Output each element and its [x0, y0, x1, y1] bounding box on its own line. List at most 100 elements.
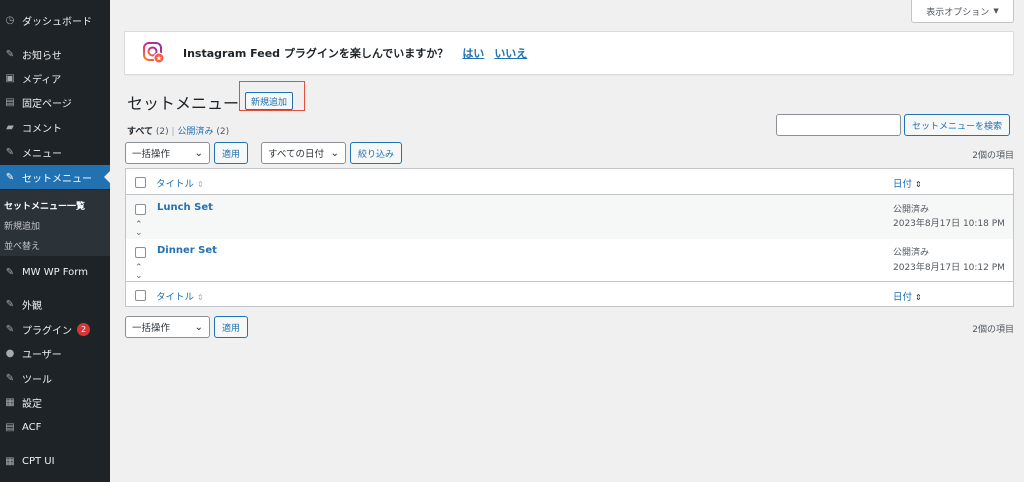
post-status: 公開済み	[893, 248, 930, 258]
sidebar-item-plugins[interactable]: ✎ プラグイン 2	[0, 317, 110, 341]
sidebar-item-label: メディア	[22, 74, 62, 86]
notice-yes-link[interactable]: はい	[462, 45, 484, 61]
filter-separator: |	[171, 127, 175, 137]
appearance-icon: ✎	[5, 298, 15, 310]
column-title-footer[interactable]: タイトル ⇕	[156, 289, 204, 303]
filter-all-count: (2)	[155, 127, 169, 137]
chevron-down-icon: ⌄	[194, 322, 203, 333]
apply-button-bottom[interactable]: 適用	[214, 316, 249, 338]
sidebar-item-label: 固定ページ	[22, 98, 72, 110]
sidebar-item-label: ACF	[22, 421, 42, 433]
comment-icon: ▰	[6, 121, 14, 133]
sidebar-item-mw-wp-form[interactable]: ✎ MW WP Form	[0, 260, 110, 284]
plugin-icon: ✎	[5, 323, 15, 335]
sidebar-item-label: コメント	[22, 123, 62, 135]
screen-options-button[interactable]: 表示オプション ▼	[911, 0, 1014, 23]
sidebar-item-set-menu[interactable]: ✎ セットメニュー	[0, 165, 110, 189]
drag-handle-icon[interactable]: ⌃ ⌄	[135, 221, 143, 238]
acf-icon: ▤	[5, 421, 15, 433]
column-date-label: 日付	[893, 179, 913, 190]
sidebar-item-label: 設定	[22, 398, 42, 410]
submenu-item-list[interactable]: セットメニュー一覧	[4, 199, 85, 212]
date-filter-value: すべての日付	[268, 149, 324, 160]
status-filter-links: すべて (2) | 公開済み (2)	[127, 124, 229, 137]
sidebar-item-media[interactable]: ▣ メディア	[0, 66, 110, 90]
row-checkbox[interactable]	[135, 247, 146, 258]
add-new-button[interactable]: 新規追加	[245, 92, 294, 110]
select-all-checkbox[interactable]	[135, 290, 146, 301]
caret-down-icon: ▼	[993, 7, 999, 15]
sidebar-item-comments[interactable]: ▰ コメント	[0, 115, 110, 139]
table-header: タイトル ⇕ 日付 ⇕	[126, 169, 1013, 195]
wrench-icon: ✎	[5, 372, 15, 384]
column-date-footer[interactable]: 日付 ⇕	[893, 289, 922, 303]
sidebar-item-users[interactable]: ● ユーザー	[0, 341, 110, 365]
drag-handle-icon[interactable]: ⌃ ⌄	[135, 264, 143, 281]
post-title-link[interactable]: Lunch Set	[157, 202, 213, 213]
pin-icon: ✎	[5, 146, 15, 158]
sidebar-item-cpt-ui[interactable]: ▦ CPT UI	[0, 449, 110, 473]
items-count-bottom: 2個の項目	[972, 325, 1014, 335]
instagram-feed-notice: ★ Instagram Feed プラグインを楽しんでいますか？ はい いいえ	[124, 31, 1014, 75]
bulk-action-select[interactable]: 一括操作 ⌄	[125, 142, 210, 164]
sidebar-item-acf[interactable]: ▤ ACF	[0, 415, 110, 439]
sort-icon: ⇕	[915, 180, 922, 189]
submenu-item-reorder[interactable]: 並べ替え	[4, 239, 40, 252]
date-filter-select[interactable]: すべての日付 ⌄	[261, 142, 346, 164]
sidebar-item-label: プラグイン	[22, 325, 72, 337]
update-count-badge: 2	[77, 322, 90, 336]
column-title-label: タイトル	[156, 179, 195, 190]
sidebar-item-label: ツール	[22, 374, 52, 386]
cpt-icon: ▦	[5, 455, 15, 467]
sidebar-item-label: セットメニュー	[22, 173, 92, 185]
filter-button[interactable]: 絞り込み	[350, 142, 403, 164]
page-title: セットメニュー	[127, 94, 240, 113]
chevron-down-icon: ⌄	[194, 148, 203, 159]
sidebar-item-label: ユーザー	[22, 349, 62, 361]
filter-published-count: (2)	[216, 127, 230, 137]
sort-icon: ⇕	[197, 293, 204, 302]
post-status: 公開済み	[893, 205, 930, 215]
sidebar-item-label: お知らせ	[22, 50, 62, 62]
sidebar-item-news[interactable]: ✎ お知らせ	[0, 42, 110, 66]
sort-icon: ⇕	[915, 293, 922, 302]
bulk-action-select-bottom[interactable]: 一括操作 ⌄	[125, 316, 210, 338]
search-input[interactable]	[776, 114, 901, 136]
column-title-header[interactable]: タイトル ⇕	[156, 176, 204, 190]
dashboard-icon: ◷	[5, 14, 15, 26]
apply-button[interactable]: 適用	[214, 142, 249, 164]
search-button[interactable]: セットメニューを検索	[904, 114, 1011, 136]
column-title-label: タイトル	[156, 292, 195, 303]
sidebar-item-appearance[interactable]: ✎ 外観	[0, 292, 110, 316]
submenu-item-add-new[interactable]: 新規追加	[4, 219, 40, 232]
sidebar-item-tools[interactable]: ✎ ツール	[0, 366, 110, 390]
filter-published-link[interactable]: 公開済み	[177, 127, 213, 137]
post-title-link[interactable]: Dinner Set	[157, 245, 217, 256]
sidebar-item-label: CPT UI	[22, 455, 55, 467]
pin-icon: ✎	[5, 48, 15, 60]
sidebar-item-settings[interactable]: ▦ 設定	[0, 390, 110, 414]
select-all-checkbox[interactable]	[135, 177, 146, 188]
screen-options-label: 表示オプション	[926, 7, 990, 18]
media-icon: ▣	[5, 72, 15, 84]
filter-all-link[interactable]: すべて	[127, 127, 153, 137]
sidebar-item-label: メニュー	[22, 148, 62, 160]
notice-message: Instagram Feed プラグインを楽しんでいますか？	[183, 47, 449, 60]
column-date-header[interactable]: 日付 ⇕	[893, 176, 922, 190]
page-icon: ▤	[5, 96, 15, 108]
sidebar-item-label: 外観	[22, 300, 42, 312]
sidebar-item-menu[interactable]: ✎ メニュー	[0, 140, 110, 164]
pin-icon: ✎	[5, 171, 15, 183]
sidebar-item-label: MW WP Form	[22, 266, 88, 278]
sort-icon: ⇕	[197, 180, 204, 189]
items-count: 2個の項目	[972, 151, 1014, 161]
pin-icon: ✎	[5, 266, 15, 278]
bulk-action-value: 一括操作	[132, 149, 171, 160]
chevron-down-icon: ⌄	[330, 148, 339, 159]
notice-no-link[interactable]: いいえ	[494, 45, 527, 61]
sidebar-item-dashboard[interactable]: ◷ ダッシュボード	[0, 8, 110, 32]
table-row: Dinner Set ⌃ ⌄ 公開済み 2023年8月17日 10:12 PM	[126, 239, 1013, 282]
instagram-icon: ★	[143, 42, 165, 64]
sidebar-item-pages[interactable]: ▤ 固定ページ	[0, 90, 110, 114]
row-checkbox[interactable]	[135, 204, 146, 215]
